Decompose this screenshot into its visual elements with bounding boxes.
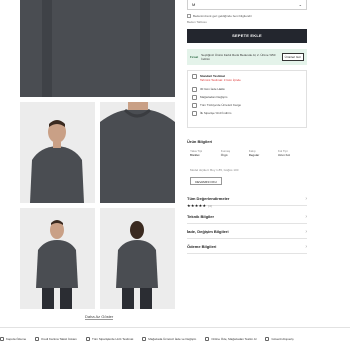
- info-item-discount: İlk Siparişe %10 İndirim: [192, 109, 302, 117]
- product-photo-full[interactable]: [20, 208, 95, 309]
- info-item-return: 30 Gün İade Hakkı: [192, 85, 302, 93]
- accordion-technical[interactable]: Teknik Bilgiler ›: [187, 210, 307, 224]
- attr-collar: Yaka Tipi Bisiklet: [190, 149, 203, 157]
- strip-item: Online Öde, Mağazadan Teslim Al: [205, 336, 256, 341]
- strip-item: Tüm Siparişlerde Hızlı Teslimat: [85, 336, 133, 341]
- accordion-label: Tüm Değerlendirmeler: [187, 196, 230, 201]
- chevron-right-icon: ›: [305, 228, 307, 235]
- info-item-label: Mağazadan Değişim: [200, 95, 228, 99]
- truck-icon: [192, 74, 197, 79]
- promo-button[interactable]: Ürünleri Gör: [281, 53, 304, 61]
- size-select-value: M: [192, 2, 196, 7]
- service-strip: Kapıda Ödeme Kredi Kartına Taksit İmkanı…: [0, 327, 350, 349]
- notify-checkbox[interactable]: [187, 14, 191, 18]
- product-info-title: Ürün Bilgileri: [187, 139, 213, 144]
- product-photo-front[interactable]: [20, 102, 95, 203]
- rating-stars: ★★★★★ (4): [187, 203, 212, 208]
- notify-label: Bedenim/renk geri geldiğinde beni bilgil…: [193, 14, 252, 18]
- accordion-payment[interactable]: Ödeme Bilgileri ›: [187, 240, 307, 254]
- product-photo-back[interactable]: [100, 208, 175, 309]
- truck-icon: [85, 336, 90, 341]
- attr-fabric: Kumaş Örgü: [220, 149, 231, 157]
- strip-item: Kapıda Ödeme: [0, 336, 26, 341]
- info-item-exchange: Mağazadan Değişim: [192, 93, 302, 101]
- info-item-label: İlk Siparişe %10 İndirim: [200, 111, 232, 115]
- size-guide-link[interactable]: Beden Tablosu: [187, 20, 207, 24]
- size-select[interactable]: M ⌄: [187, 0, 307, 10]
- promo-banner: Fırsat Seçtiğiniz Ürünü Farklı Renk Bede…: [187, 49, 307, 65]
- star-icons: ★★★★★: [187, 203, 207, 208]
- promo-tag: Fırsat: [190, 55, 199, 59]
- pickup-icon: [205, 336, 210, 341]
- accordion-returns[interactable]: İade, Değişim Bilgileri ›: [187, 225, 307, 239]
- model-measurements: Model ölçüleri: Boy 1.85, Göğüs 100: [190, 168, 239, 172]
- accordion-label: Teknik Bilgiler: [187, 214, 215, 219]
- add-to-cart-button[interactable]: SEPETE EKLE: [187, 29, 307, 43]
- strip-item: Kredi Kartına Taksit İmkanı: [35, 336, 77, 341]
- info-item-label: 30 Gün İade Hakkı: [200, 87, 226, 91]
- box-icon: [192, 102, 197, 108]
- promo-text: Seçtiğiniz Ürünü Farklı Renk Bedende Al,…: [201, 53, 276, 61]
- read-more-button[interactable]: DEVAMINI OKU: [190, 177, 222, 185]
- store-icon: [142, 336, 147, 341]
- store-icon: [192, 94, 197, 100]
- strip-item: Güvenli Alışveriş: [265, 336, 294, 341]
- cash-icon: [0, 336, 4, 341]
- chevron-right-icon: ›: [305, 195, 307, 202]
- standard-delivery-sub: Tahmini Teslimat: 3 Gün İçinde: [200, 78, 241, 82]
- review-count: (4): [207, 204, 213, 208]
- product-photo-main[interactable]: [20, 0, 175, 97]
- product-photo-detail[interactable]: [100, 102, 175, 203]
- accordion-label: İade, Değişim Bilgileri: [187, 229, 229, 234]
- attr-sleeve: Kol Tipi Uzun Kol: [277, 149, 290, 157]
- product-attributes: Yaka Tipi Bisiklet Kumaş Örgü Kalıp Regular…: [190, 149, 290, 157]
- info-item-shipping: Tüm Türkiye'de Ücretsiz Kargo: [192, 101, 302, 109]
- standard-delivery-row: Standart Teslimat Tahmini Teslimat: 3 Gü…: [192, 74, 302, 85]
- notify-row[interactable]: Bedenim/renk geri geldiğinde beni bilgil…: [187, 14, 307, 18]
- chevron-right-icon: ›: [305, 243, 307, 250]
- delivery-info-box: Standart Teslimat Tahmini Teslimat: 3 Gü…: [187, 70, 307, 128]
- attr-fit: Kalıp Regular: [248, 149, 260, 157]
- chevron-down-icon: ⌄: [298, 2, 302, 7]
- accordion-label: Ödeme Bilgileri: [187, 244, 217, 249]
- strip-item: Mağazada Ücretsiz İade ve Değişim: [142, 336, 196, 341]
- chevron-right-icon: ›: [305, 213, 307, 220]
- show-less-link[interactable]: Daha Az Göster: [85, 314, 114, 320]
- shield-icon: [265, 336, 270, 341]
- return-icon: [192, 86, 197, 92]
- info-item-label: Tüm Türkiye'de Ücretsiz Kargo: [200, 103, 242, 107]
- tag-icon: [192, 110, 197, 116]
- card-icon: [35, 336, 40, 341]
